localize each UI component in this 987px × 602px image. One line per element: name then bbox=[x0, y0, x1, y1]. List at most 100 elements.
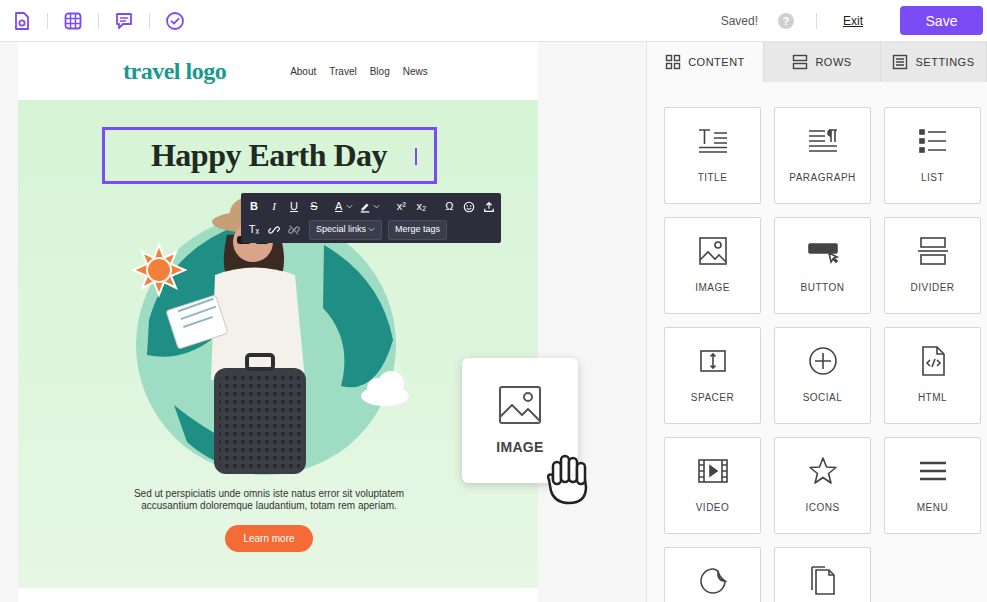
content-block-tile[interactable]: VIDEO bbox=[664, 437, 761, 534]
content-block-label: IMAGE bbox=[695, 282, 730, 293]
dragged-block-label: IMAGE bbox=[496, 439, 543, 455]
content-block-tile[interactable]: SOCIAL bbox=[774, 327, 871, 424]
dropdown-chevron-icon bbox=[346, 204, 353, 209]
rows-tab-icon bbox=[792, 54, 808, 70]
email-canvas: travel logo About Travel Blog News Happy Eart… bbox=[0, 42, 646, 602]
divider-icon bbox=[917, 235, 949, 267]
nav-link[interactable]: Blog bbox=[370, 66, 390, 77]
menu-button[interactable]: Special links bbox=[309, 220, 382, 240]
tab-label: ROWS bbox=[815, 56, 851, 68]
link-icon bbox=[268, 224, 280, 236]
content-block-tile[interactable]: IMAGE bbox=[664, 217, 761, 314]
html-icon bbox=[917, 345, 949, 377]
content-block-tile[interactable]: MENU bbox=[884, 437, 981, 534]
menu-icon bbox=[917, 455, 949, 487]
check-icon[interactable] bbox=[165, 11, 185, 31]
panel-tab[interactable]: CONTENT bbox=[647, 42, 764, 82]
video-icon bbox=[697, 455, 729, 487]
content-block-label: DIVIDER bbox=[910, 282, 954, 293]
menu-button[interactable]: Merge tags bbox=[388, 220, 447, 240]
strike-button[interactable]: S bbox=[305, 197, 323, 217]
content-block-label: TITLE bbox=[698, 172, 728, 183]
learn-more-button[interactable]: Learn more bbox=[225, 525, 313, 552]
email-header[interactable]: travel logo About Travel Blog News bbox=[18, 42, 538, 100]
content-blocks: TITLE PARAGRAPH LIST IMAGE BUTTON DIVIDER SPAC… bbox=[647, 82, 987, 602]
title-icon bbox=[697, 125, 729, 157]
settings-tab-icon bbox=[892, 54, 908, 70]
comment-icon[interactable] bbox=[114, 11, 134, 31]
spacer-icon bbox=[697, 345, 729, 377]
italic-button[interactable]: I bbox=[265, 197, 283, 217]
workspace: travel logo About Travel Blog News Happy Eart… bbox=[0, 42, 987, 602]
social-icon bbox=[807, 345, 839, 377]
unlink-button[interactable] bbox=[285, 220, 303, 240]
nav-link[interactable]: News bbox=[403, 66, 428, 77]
content-block-tile[interactable] bbox=[664, 547, 761, 602]
superscript-button[interactable]: x² bbox=[392, 197, 410, 217]
nav-link[interactable]: About bbox=[290, 66, 316, 77]
content-block-tile[interactable] bbox=[774, 547, 871, 602]
panel-tab[interactable]: ROWS bbox=[764, 42, 881, 82]
template-file-icon[interactable] bbox=[12, 11, 32, 31]
exit-link[interactable]: Exit bbox=[843, 14, 863, 28]
title-text[interactable]: Happy Earth Day bbox=[151, 137, 387, 174]
paragraph-icon bbox=[807, 125, 839, 157]
content-block-label: ICONS bbox=[805, 502, 839, 513]
toolbar-row: Tₓ Special links Merge tags bbox=[245, 218, 497, 241]
link-button[interactable] bbox=[265, 220, 283, 240]
content-block-tile[interactable]: BUTTON bbox=[774, 217, 871, 314]
content-block-tile[interactable]: LIST bbox=[884, 107, 981, 204]
content-block-label: PARAGRAPH bbox=[789, 172, 856, 183]
content-block-tile[interactable]: TITLE bbox=[664, 107, 761, 204]
page-icon bbox=[807, 565, 839, 597]
body-paragraph[interactable]: Sed ut perspiciatis unde omnis iste natu… bbox=[109, 488, 429, 512]
bold-button[interactable]: B bbox=[245, 197, 263, 217]
tab-label: CONTENT bbox=[688, 56, 745, 68]
grid-icon[interactable] bbox=[63, 11, 83, 31]
content-block-tile[interactable]: HTML bbox=[884, 327, 981, 424]
highlighter-icon bbox=[359, 201, 371, 213]
side-panel: CONTENT ROWS SETTINGS TITLE PARAGRAPH LIST IMA… bbox=[646, 42, 987, 602]
content-block-tile[interactable]: ICONS bbox=[774, 437, 871, 534]
toolbar-group: Tₓ Special links Merge tags bbox=[245, 220, 447, 240]
top-bar: Saved!?ExitSave bbox=[0, 0, 987, 42]
content-block-label: SPACER bbox=[691, 392, 734, 403]
toolbar-group: Ω bbox=[440, 197, 498, 217]
travel-logo[interactable]: travel logo bbox=[123, 58, 226, 85]
icons-icon bbox=[807, 455, 839, 487]
separator bbox=[47, 13, 48, 29]
emoji-button[interactable] bbox=[460, 197, 478, 217]
content-block-tile[interactable]: DIVIDER bbox=[884, 217, 981, 314]
upload-button[interactable] bbox=[480, 197, 498, 217]
content-block-tile[interactable]: PARAGRAPH bbox=[774, 107, 871, 204]
grab-hand-icon bbox=[541, 450, 597, 506]
title-block[interactable]: Happy Earth Day bbox=[102, 127, 437, 184]
toolbar-group: x²x₂ bbox=[392, 197, 430, 217]
hero-section[interactable]: Happy Earth Day BIUSAx²x₂ Ω Tₓ Special links… bbox=[18, 100, 538, 588]
content-block-label: MENU bbox=[917, 502, 948, 513]
text-caret bbox=[415, 148, 417, 165]
sticker-icon bbox=[697, 565, 729, 597]
dropdown-chevron-icon bbox=[373, 204, 380, 209]
dropdown-chevron-icon bbox=[368, 227, 375, 232]
separator bbox=[98, 13, 99, 29]
panel-tab[interactable]: SETTINGS bbox=[881, 42, 987, 82]
color-button[interactable]: A bbox=[333, 197, 355, 217]
upload-icon bbox=[483, 201, 495, 213]
emoji-icon bbox=[463, 201, 475, 213]
help-icon[interactable]: ? bbox=[778, 13, 794, 29]
content-block-tile[interactable]: SPACER bbox=[664, 327, 761, 424]
tool-icons bbox=[12, 11, 185, 31]
subscript-button[interactable]: x₂ bbox=[412, 197, 430, 217]
nav-link[interactable]: Travel bbox=[329, 66, 356, 77]
underline-button[interactable]: U bbox=[285, 197, 303, 217]
content-block-label: HTML bbox=[918, 392, 947, 403]
tab-label: SETTINGS bbox=[915, 56, 974, 68]
email-preview: travel logo About Travel Blog News Happy Eart… bbox=[18, 42, 538, 602]
clear-button[interactable]: Tₓ bbox=[245, 220, 263, 240]
save-button[interactable]: Save bbox=[900, 6, 983, 35]
content-block-label: VIDEO bbox=[696, 502, 730, 513]
content-tab-icon bbox=[665, 54, 681, 70]
symbol-button[interactable]: Ω bbox=[440, 197, 458, 217]
highlight-button[interactable] bbox=[357, 197, 382, 217]
